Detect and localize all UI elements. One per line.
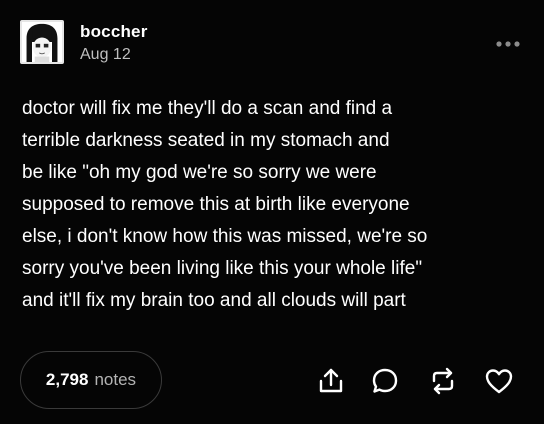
reblog-icon[interactable]: [428, 366, 458, 396]
notes-count: 2,798: [45, 370, 89, 389]
post-text-line: supposed to remove this at birth like ev…: [22, 194, 410, 215]
heart-icon[interactable]: [484, 366, 514, 396]
post-text-line: else, i don't know how this was missed, …: [22, 226, 428, 247]
post-card: boccher Aug 12 doctor will fix me they'l…: [0, 0, 544, 424]
avatar[interactable]: [20, 20, 64, 64]
post-text-line: sorry you've been living like this your …: [22, 258, 423, 279]
post-text-line: be like "oh my god we're so sorry we wer…: [22, 162, 377, 183]
notes-label: notes: [94, 370, 137, 389]
post-body: doctor will fix me they'll do a scan and…: [22, 93, 522, 317]
post-date: Aug 12: [80, 46, 131, 63]
avatar-image: [22, 22, 62, 62]
more-dots-icon[interactable]: [494, 36, 522, 52]
post-text-line: terrible darkness seated in my stomach a…: [22, 130, 390, 151]
share-icon[interactable]: [316, 366, 346, 396]
notes-button[interactable]: 2,798 notes: [20, 351, 162, 409]
post-text-line: doctor will fix me they'll do a scan and…: [22, 98, 393, 119]
reply-icon[interactable]: [370, 366, 400, 396]
username[interactable]: boccher: [80, 22, 148, 42]
post-text-line: and it'll fix my brain too and all cloud…: [22, 290, 406, 311]
